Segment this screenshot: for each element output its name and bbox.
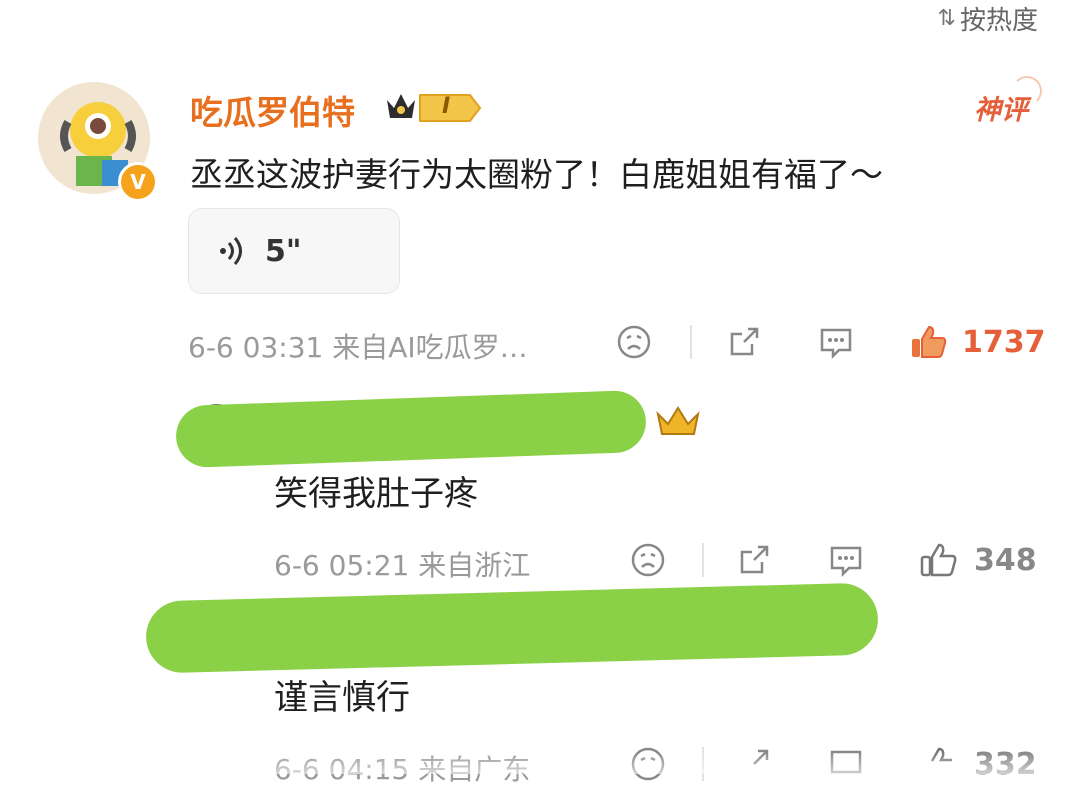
redaction-scribble — [175, 389, 647, 469]
comment-icon — [830, 546, 862, 578]
like-button[interactable] — [908, 322, 948, 362]
reply-text: 笑得我肚子疼 — [274, 474, 478, 514]
divider — [690, 325, 692, 359]
like-count: 348 — [974, 542, 1037, 578]
comment-icon — [820, 328, 852, 360]
sort-label: 按热度 — [959, 6, 1038, 36]
sort-icon: ⇅ — [937, 6, 956, 31]
like-count: 1737 — [962, 324, 1046, 360]
like-button[interactable] — [918, 540, 958, 580]
level-badge-text: I — [442, 94, 451, 119]
sad-face-icon — [617, 325, 651, 359]
thumbs-up-icon — [920, 543, 957, 577]
comment-text: 丞丞这波护妻行为太圈粉了！白鹿姐姐有福了～ — [190, 155, 883, 194]
redaction-scribble — [145, 582, 879, 674]
username[interactable]: 吃瓜罗伯特 — [190, 86, 355, 134]
bottom-fade — [0, 752, 1078, 774]
voice-duration: 5" — [265, 233, 302, 269]
dislike-button[interactable] — [628, 540, 668, 580]
comment-actions: 1737 — [614, 322, 1046, 362]
level-badge: I — [418, 93, 482, 123]
reply-meta: 6-6 05:21 来自浙江 — [274, 549, 531, 582]
god-comment-badge: 神评 — [974, 76, 1042, 127]
crown-icon — [656, 406, 700, 435]
voice-wave-icon — [220, 237, 242, 265]
thumbs-up-icon — [912, 325, 947, 358]
reply-button[interactable] — [816, 322, 856, 362]
sad-face-icon — [631, 543, 665, 577]
comment-meta: 6-6 03:31 来自AI吃瓜罗… — [188, 331, 528, 364]
share-icon — [740, 545, 769, 574]
reply-button[interactable] — [826, 540, 866, 580]
reply-actions: 348 — [628, 540, 1037, 580]
reply-text: 谨言慎行 — [274, 678, 410, 718]
voice-message[interactable]: 5" — [188, 208, 400, 294]
crown-icon — [387, 94, 415, 118]
share-icon — [730, 327, 759, 356]
divider — [702, 543, 704, 577]
share-button[interactable] — [734, 540, 774, 580]
sort-by-hotness[interactable]: ⇅ 按热度 — [938, 0, 1038, 37]
verified-badge: V — [118, 162, 158, 202]
dislike-button[interactable] — [614, 322, 654, 362]
share-button[interactable] — [724, 322, 764, 362]
